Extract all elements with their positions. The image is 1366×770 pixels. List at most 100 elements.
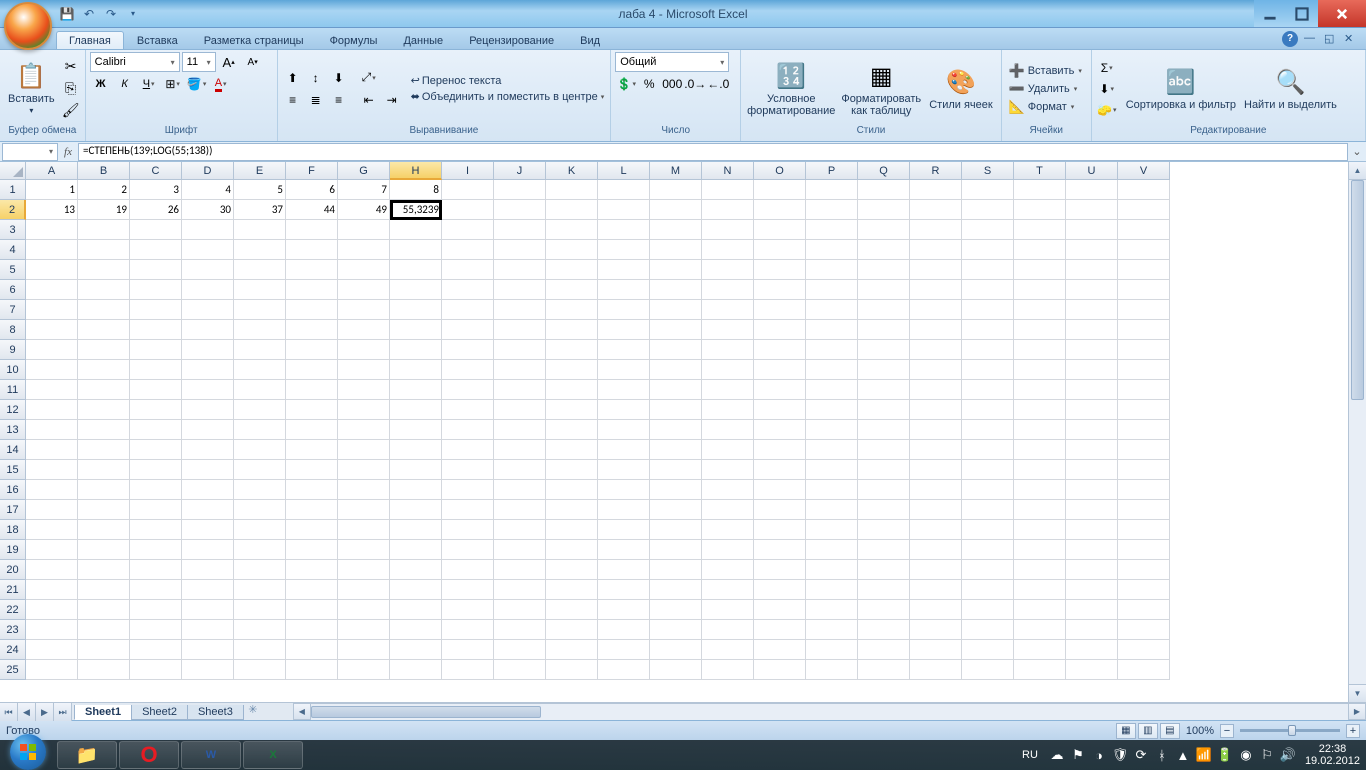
row-header[interactable]: 14 [0, 440, 26, 460]
cell[interactable] [338, 600, 390, 620]
cell[interactable] [442, 600, 494, 620]
cell[interactable] [910, 560, 962, 580]
cell[interactable] [338, 380, 390, 400]
cell[interactable] [1066, 540, 1118, 560]
cell[interactable] [494, 640, 546, 660]
cell[interactable] [598, 380, 650, 400]
cell[interactable] [858, 380, 910, 400]
cell[interactable] [182, 380, 234, 400]
column-header[interactable]: N [702, 162, 754, 180]
cell[interactable] [806, 240, 858, 260]
cell[interactable] [494, 300, 546, 320]
cell[interactable]: 4 [182, 180, 234, 200]
cell[interactable] [234, 500, 286, 520]
cell[interactable] [78, 440, 130, 460]
cell[interactable] [494, 460, 546, 480]
cell[interactable] [754, 260, 806, 280]
cell[interactable] [442, 660, 494, 680]
cell[interactable] [546, 320, 598, 340]
cell[interactable] [806, 280, 858, 300]
cell[interactable] [754, 460, 806, 480]
sheet-tab[interactable]: Sheet2 [131, 705, 188, 720]
cell[interactable] [338, 420, 390, 440]
cell[interactable] [598, 180, 650, 200]
cell[interactable] [130, 240, 182, 260]
tray-icon-4[interactable]: 🛡 [1112, 747, 1128, 763]
clear-icon[interactable]: 🧽▾ [1096, 100, 1118, 120]
cell[interactable] [858, 320, 910, 340]
cell[interactable] [442, 280, 494, 300]
cell[interactable] [338, 640, 390, 660]
cell[interactable] [1014, 260, 1066, 280]
cell[interactable] [286, 440, 338, 460]
cell[interactable] [1066, 340, 1118, 360]
italic-icon[interactable]: К [114, 74, 136, 94]
cell[interactable] [598, 500, 650, 520]
row-header[interactable]: 2 [0, 200, 26, 220]
cell[interactable] [494, 380, 546, 400]
cell[interactable] [78, 580, 130, 600]
column-header[interactable]: J [494, 162, 546, 180]
cell[interactable] [754, 580, 806, 600]
cell[interactable] [286, 580, 338, 600]
cell[interactable] [130, 380, 182, 400]
cell[interactable] [858, 560, 910, 580]
cell[interactable] [182, 460, 234, 480]
cell[interactable] [26, 400, 78, 420]
cell[interactable] [598, 640, 650, 660]
cell[interactable] [390, 440, 442, 460]
page-break-view-icon[interactable]: ▤ [1160, 723, 1180, 739]
cell[interactable] [754, 640, 806, 660]
cell[interactable] [442, 420, 494, 440]
cell[interactable] [962, 380, 1014, 400]
cell[interactable] [1118, 280, 1170, 300]
cell[interactable] [1118, 380, 1170, 400]
cell[interactable] [546, 540, 598, 560]
cell[interactable] [182, 280, 234, 300]
tray-action-center-icon[interactable]: ⚐ [1259, 747, 1275, 763]
cell[interactable] [338, 480, 390, 500]
scroll-right-icon[interactable]: ▶ [1348, 703, 1366, 720]
cell[interactable] [962, 460, 1014, 480]
cell[interactable] [26, 480, 78, 500]
cell[interactable] [286, 460, 338, 480]
cell[interactable] [26, 460, 78, 480]
cell[interactable] [1066, 240, 1118, 260]
cell[interactable] [390, 380, 442, 400]
cell[interactable]: 49 [338, 200, 390, 220]
cell[interactable] [650, 560, 702, 580]
cell[interactable] [234, 320, 286, 340]
cell[interactable] [598, 280, 650, 300]
cell[interactable] [598, 320, 650, 340]
decrease-decimal-icon[interactable]: ←.0 [707, 74, 729, 94]
sheet-tab[interactable]: Sheet3 [187, 705, 244, 720]
cell[interactable] [494, 320, 546, 340]
cell[interactable] [182, 520, 234, 540]
cell[interactable] [130, 460, 182, 480]
border-icon[interactable]: ⊞▾ [162, 74, 184, 94]
cell[interactable] [78, 600, 130, 620]
cell[interactable] [390, 480, 442, 500]
cell[interactable] [546, 600, 598, 620]
cell[interactable] [598, 420, 650, 440]
column-header[interactable]: P [806, 162, 858, 180]
cell[interactable] [1066, 520, 1118, 540]
wrap-text-button[interactable]: ↩Перенос текста [409, 73, 607, 88]
cell[interactable] [234, 540, 286, 560]
cell[interactable] [26, 660, 78, 680]
cell[interactable] [390, 520, 442, 540]
cell[interactable] [182, 340, 234, 360]
bold-icon[interactable]: Ж [90, 74, 112, 94]
cell[interactable] [702, 200, 754, 220]
cell[interactable] [910, 600, 962, 620]
format-painter-icon[interactable]: 🖌 [61, 101, 81, 121]
page-layout-view-icon[interactable]: ▥ [1138, 723, 1158, 739]
cell[interactable] [858, 540, 910, 560]
cell[interactable] [806, 420, 858, 440]
cell[interactable] [910, 520, 962, 540]
cell[interactable] [1118, 580, 1170, 600]
cell[interactable] [754, 500, 806, 520]
cell[interactable] [234, 600, 286, 620]
task-opera[interactable]: O [119, 741, 179, 769]
cell[interactable] [494, 440, 546, 460]
